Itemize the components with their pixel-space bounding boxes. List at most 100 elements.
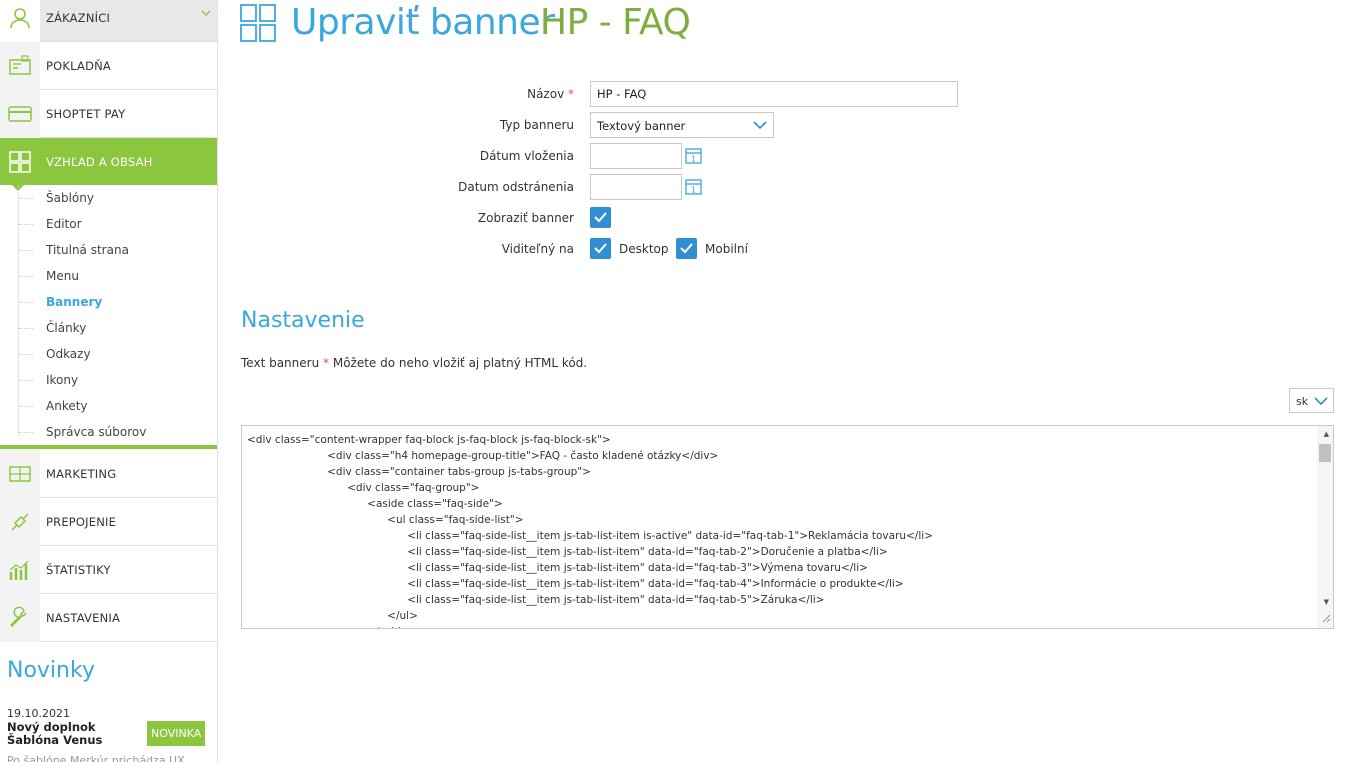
banner-text-hint: Môžete do neho vložiť aj platný HTML kód…	[332, 356, 588, 370]
nav-item-marketing[interactable]: MARKETING	[0, 449, 217, 498]
nav-label: POKLADŇA	[46, 58, 111, 73]
type-select-value: Textový banner	[597, 119, 686, 133]
required-mark: *	[323, 356, 330, 370]
layout-grid-icon	[0, 138, 40, 186]
nav-item-shoptet-pay[interactable]: SHOPTET PAY	[0, 89, 217, 138]
submenu-item-bannery[interactable]: Bannery	[46, 295, 102, 309]
layout-grid-icon	[240, 4, 276, 45]
wrench-icon	[0, 593, 40, 642]
chevron-down-icon	[753, 119, 767, 134]
news-date: 19.10.2021	[7, 707, 70, 720]
code-line: <li class="faq-side-list__item js-tab-li…	[247, 578, 904, 590]
submenu-item-spravca-suborov[interactable]: Správca súborov	[46, 425, 146, 439]
desktop-label: Desktop	[619, 242, 669, 256]
name-label-text: Názov	[527, 87, 565, 101]
language-select[interactable]: sk	[1289, 388, 1334, 413]
news-title: Novinky	[7, 658, 95, 683]
tree-dash	[19, 302, 33, 303]
banner-text-label: Text banneru * Môžete do neho vložiť aj …	[241, 356, 587, 370]
svg-text:1: 1	[691, 186, 696, 195]
type-label: Typ banneru	[499, 118, 574, 132]
code-line: </aside>	[247, 624, 933, 628]
nav-item-vzhlad-a-obsah[interactable]: VZHĽAD A OBSAH	[0, 138, 217, 186]
scroll-up-icon[interactable]: ▲	[1324, 430, 1329, 438]
scrollbar[interactable]: ▲ ▼	[1317, 426, 1333, 628]
nav-label: MARKETING	[46, 466, 117, 481]
nav-label: ŠTATISTIKY	[46, 562, 111, 577]
bar-chart-icon	[0, 545, 40, 594]
nav-label: SHOPTET PAY	[46, 106, 126, 121]
banner-text-editor[interactable]: <div class="content-wrapper faq-block js…	[241, 425, 1334, 629]
tree-dash	[19, 328, 33, 329]
date-remove-label: Datum odstránenia	[458, 180, 574, 194]
visible-on-label: Viditeľný na	[501, 242, 574, 256]
required-mark: *	[568, 87, 574, 101]
code-line: <aside class="faq-side">	[247, 498, 503, 510]
code-line: <ul class="faq-side-list">	[247, 514, 524, 526]
mobile-checkbox[interactable]	[676, 238, 697, 259]
code-line: <div class="h4 homepage-group-title">FAQ…	[247, 450, 719, 462]
resize-handle-icon[interactable]	[1322, 612, 1331, 626]
submenu-item-menu[interactable]: Menu	[46, 269, 79, 283]
plug-icon	[0, 497, 40, 546]
desktop-checkbox[interactable]	[590, 238, 611, 259]
nav-label: ZÁKAZNÍCI	[46, 10, 111, 25]
banner-text-label-text: Text banneru	[241, 356, 320, 370]
show-banner-checkbox[interactable]	[590, 207, 611, 228]
page-subtitle: HP - FAQ	[540, 2, 691, 43]
nav-item-prepojenie[interactable]: PREPOJENIE	[0, 497, 217, 546]
submenu-item-clanky[interactable]: Články	[46, 321, 86, 335]
news-preview: Po šablóne Merkúr prichádza UX	[7, 754, 185, 762]
type-select[interactable]: Textový banner	[590, 112, 774, 138]
nav-item-statistiky[interactable]: ŠTATISTIKY	[0, 545, 217, 594]
submenu: Šablóny Editor Titulná strana Menu Banne…	[0, 185, 217, 445]
scroll-down-icon[interactable]: ▼	[1324, 598, 1329, 606]
credit-card-icon	[0, 89, 40, 138]
name-input[interactable]: HP - FAQ	[590, 81, 958, 107]
submenu-item-titulna-strana[interactable]: Titulná strana	[46, 243, 129, 257]
date-remove-input[interactable]	[590, 174, 682, 200]
nav-item-pokladna[interactable]: POKLADŇA	[0, 41, 217, 90]
tree-dash	[19, 276, 33, 277]
code-line: <li class="faq-side-list__item js-tab-li…	[247, 562, 868, 574]
tree-dash	[19, 224, 33, 225]
submenu-tree-line	[18, 185, 19, 435]
chevron-down-icon	[1314, 395, 1328, 410]
date-insert-input[interactable]	[590, 143, 682, 169]
language-select-value: sk	[1296, 395, 1309, 408]
tree-dash	[19, 380, 33, 381]
submenu-item-editor[interactable]: Editor	[46, 217, 82, 231]
code-lines: <div class="content-wrapper faq-block js…	[247, 432, 933, 628]
cash-register-icon	[0, 41, 40, 90]
scrollbar-thumb[interactable]	[1319, 444, 1331, 462]
section-title: Nastavenie	[241, 308, 365, 333]
calendar-icon[interactable]: 1	[685, 178, 702, 198]
submenu-item-ankety[interactable]: Ankety	[46, 399, 88, 413]
nav-label: VZHĽAD A OBSAH	[46, 155, 153, 169]
tree-dash	[19, 354, 33, 355]
code-line: <div class="content-wrapper faq-block js…	[247, 434, 611, 446]
chevron-down-icon[interactable]	[200, 7, 212, 22]
code-line: <li class="faq-side-list__item js-tab-li…	[247, 530, 933, 542]
nav-label: PREPOJENIE	[46, 514, 117, 529]
mobile-label: Mobilní	[705, 242, 748, 256]
show-banner-label: Zobraziť banner	[477, 211, 574, 225]
check-icon	[594, 212, 607, 223]
tree-dash	[19, 406, 33, 407]
submenu-item-ikony[interactable]: Ikony	[46, 373, 78, 387]
code-line: <li class="faq-side-list__item js-tab-li…	[247, 594, 825, 606]
submenu-item-sablony[interactable]: Šablóny	[46, 191, 94, 205]
user-icon	[0, 0, 40, 42]
submenu-item-odkazy[interactable]: Odkazy	[46, 347, 91, 361]
calendar-icon[interactable]: 1	[685, 147, 702, 167]
code-line: <div class="faq-group">	[247, 482, 480, 494]
check-icon	[680, 243, 693, 254]
news-badge: NOVINKA	[147, 721, 206, 746]
news-panel: Novinky 19.10.2021 Nový doplnok Šablóna …	[0, 642, 217, 762]
code-line: <li class="faq-side-list__item js-tab-li…	[247, 546, 888, 558]
code-line: <div class="container tabs-group js-tabs…	[247, 466, 591, 478]
nav-item-nastavenia[interactable]: NASTAVENIA	[0, 593, 217, 642]
news-headline[interactable]: Nový doplnok Šablóna Venus	[7, 721, 147, 747]
nav-item-zakaznici[interactable]: ZÁKAZNÍCI	[0, 0, 217, 42]
svg-text:1: 1	[691, 155, 696, 164]
